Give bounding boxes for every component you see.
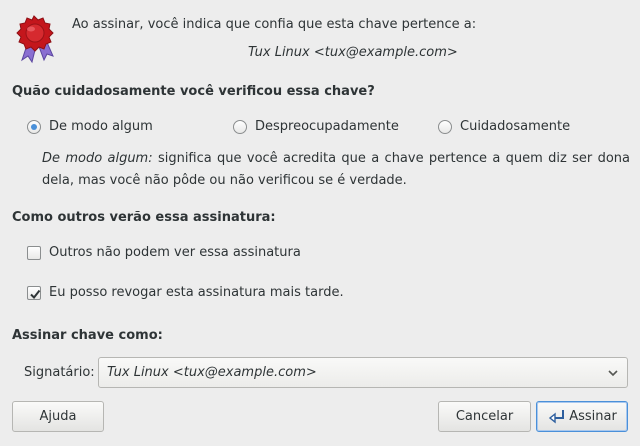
verification-description: De modo algum: significa que você acredi…: [42, 148, 630, 192]
radio-option-casual[interactable]: Despreocupadamente: [233, 119, 399, 134]
signer-label: Signatário:: [24, 365, 95, 380]
radio-button[interactable]: [233, 119, 247, 134]
sign-icon: [547, 409, 565, 425]
seal-icon: [14, 14, 58, 64]
description-term: De modo algum:: [42, 151, 153, 166]
radio-label: De modo algum: [49, 119, 153, 134]
sign-as-heading: Assinar chave como:: [12, 328, 163, 343]
checkbox-can-revoke[interactable]: Eu posso revogar esta assinatura mais ta…: [27, 285, 344, 300]
checkbox-others-cannot-see[interactable]: Outros não podem ver essa assinatura: [27, 245, 301, 260]
radio-option-none[interactable]: De modo algum: [27, 119, 153, 134]
verification-heading: Quão cuidadosamente você verificou essa …: [12, 84, 375, 99]
radio-label: Cuidadosamente: [460, 119, 571, 134]
radio-label: Despreocupadamente: [255, 119, 399, 134]
help-button[interactable]: Ajuda: [12, 401, 104, 432]
chevron-down-icon: [607, 367, 619, 383]
checkbox-checked[interactable]: [27, 285, 41, 300]
checkbox[interactable]: [27, 245, 41, 260]
checkbox-label: Outros não podem ver essa assinatura: [49, 245, 301, 260]
signer-select[interactable]: Tux Linux <tux@example.com>: [98, 357, 628, 388]
visibility-heading: Como outros verão essa assinatura:: [12, 210, 276, 225]
signer-select-value: Tux Linux <tux@example.com>: [107, 365, 317, 380]
checkbox-label: Eu posso revogar esta assinatura mais ta…: [49, 285, 344, 300]
radio-button[interactable]: [438, 119, 452, 134]
radio-button-checked[interactable]: [27, 119, 41, 134]
sign-button[interactable]: Assinar: [536, 401, 628, 432]
checkmark-icon: [30, 289, 41, 299]
radio-option-careful[interactable]: Cuidadosamente: [438, 119, 570, 134]
sign-button-label: Assinar: [569, 409, 617, 424]
cancel-button[interactable]: Cancelar: [438, 401, 531, 432]
intro-text: Ao assinar, você indica que confia que e…: [72, 17, 477, 32]
key-owner-text: Tux Linux <tux@example.com>: [248, 45, 458, 60]
